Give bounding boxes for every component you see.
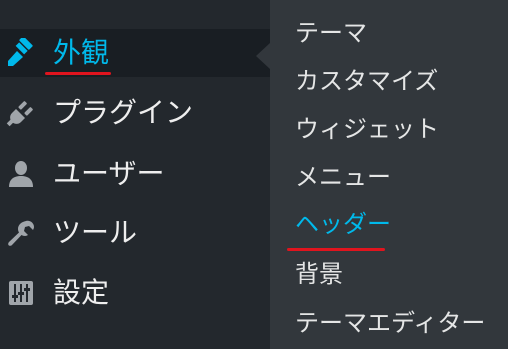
paintbrush-icon: [6, 38, 36, 68]
user-icon: [6, 159, 36, 189]
sidebar-item-users[interactable]: ユーザー: [0, 150, 270, 198]
sidebar-item-tools[interactable]: ツール: [0, 209, 270, 257]
admin-sidebar: 外観 プラグイン ユーザー ツール 設定: [0, 0, 270, 349]
highlight-underline: [287, 248, 385, 251]
settings-sliders-icon: [6, 278, 36, 308]
submenu-pointer-arrow: [256, 43, 270, 69]
submenu-item-themes[interactable]: テーマ: [295, 13, 367, 53]
sidebar-item-label: プラグイン: [53, 96, 194, 129]
submenu-item-background[interactable]: 背景: [295, 254, 343, 294]
sidebar-item-appearance[interactable]: 外観: [0, 29, 270, 77]
submenu-item-customize[interactable]: カスタマイズ: [295, 61, 438, 101]
sidebar-item-label: ツール: [53, 216, 138, 249]
sidebar-item-label: 外観: [53, 36, 110, 69]
sidebar-item-plugins[interactable]: プラグイン: [0, 89, 270, 137]
submenu-item-header[interactable]: ヘッダー: [295, 204, 391, 244]
plug-icon: [6, 98, 36, 128]
sidebar-item-settings[interactable]: 設定: [0, 269, 270, 317]
submenu-item-widgets[interactable]: ウィジェット: [295, 109, 439, 149]
sidebar-item-label: 設定: [53, 276, 110, 309]
appearance-submenu: テーマ カスタマイズ ウィジェット メニュー ヘッダー 背景 テーマエディター: [270, 0, 508, 349]
submenu-item-theme-editor[interactable]: テーマエディター: [295, 303, 485, 343]
submenu-item-menus[interactable]: メニュー: [295, 157, 391, 197]
sidebar-item-label: ユーザー: [53, 157, 165, 190]
highlight-underline: [45, 72, 111, 75]
wrench-icon: [6, 218, 36, 248]
